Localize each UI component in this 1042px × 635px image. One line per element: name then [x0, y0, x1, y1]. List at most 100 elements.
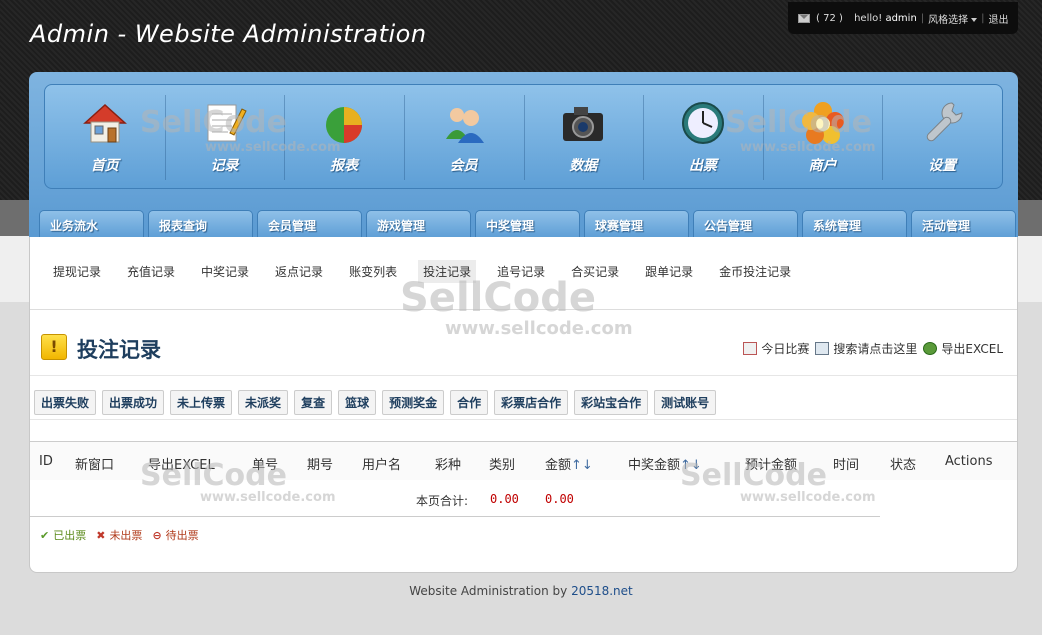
filter-ticket-success[interactable]: 出票成功	[102, 390, 165, 415]
mail-icon[interactable]	[798, 13, 810, 23]
nav-members[interactable]: 会员	[403, 85, 524, 188]
filter-basketball[interactable]: 篮球	[338, 390, 377, 415]
filter-predicted-prize[interactable]: 预测奖金	[382, 390, 445, 415]
col-username: 用户名	[362, 458, 402, 473]
table-header: ID 新窗口 导出EXCEL 单号 期号 用户名 彩种 类别 金额↑↓ 中奖金额…	[30, 441, 1017, 480]
subnav-rebate-records[interactable]: 返点记录	[270, 260, 328, 283]
nav-home[interactable]: 首页	[45, 85, 165, 188]
icon-nav: 首页 记录 报表 会员 数据 出票 商户 设置	[44, 84, 1003, 189]
legend-pending: ⊖ 待出票	[152, 528, 199, 543]
subnav-withdraw-records[interactable]: 提现记录	[48, 260, 106, 283]
nav-tickets[interactable]: 出票	[643, 85, 763, 188]
col-expected-amount: 预计金额	[745, 458, 798, 473]
main-tabs: 业务流水 报表查询 会员管理 游戏管理 中奖管理 球赛管理 公告管理 系统管理 …	[39, 210, 1016, 237]
flower-icon	[801, 101, 844, 144]
subnav-prize-records[interactable]: 中奖记录	[196, 260, 254, 283]
today-matches-link[interactable]: 今日比赛	[743, 340, 809, 357]
export-excel-link[interactable]: 导出EXCEL	[923, 340, 1003, 357]
nav-records[interactable]: 记录	[164, 85, 285, 188]
tab-business-flow[interactable]: 业务流水	[39, 210, 144, 237]
nav-settings[interactable]: 设置	[882, 85, 1002, 188]
nav-data[interactable]: 数据	[523, 85, 644, 188]
footer: Website Administration by 20518.net	[409, 584, 633, 598]
tab-notice-management[interactable]: 公告管理	[693, 210, 798, 237]
sort-arrows-icon: ↑↓	[680, 458, 702, 473]
filter-lottery-shop-coop[interactable]: 彩票店合作	[494, 390, 569, 415]
style-select[interactable]: 风格选择	[928, 11, 978, 26]
tab-report-query[interactable]: 报表查询	[148, 210, 253, 237]
col-status: 状态	[890, 458, 917, 473]
subnav-group-buy-records[interactable]: 合买记录	[566, 260, 624, 283]
pie-chart-icon	[326, 106, 363, 143]
subnav-follow-records[interactable]: 跟单记录	[640, 260, 698, 283]
col-new-window[interactable]: 新窗口	[75, 454, 114, 473]
tab-system-management[interactable]: 系统管理	[802, 210, 907, 237]
caret-down-icon	[971, 17, 978, 22]
filter-ticket-failed[interactable]: 出票失败	[34, 390, 97, 415]
table-summary-row: 本页合计: 0.00 0.00	[30, 480, 880, 517]
filter-not-uploaded[interactable]: 未上传票	[170, 390, 233, 415]
filter-not-paid[interactable]: 未派奖	[238, 390, 289, 415]
nav-merchants[interactable]: 商户	[762, 85, 883, 188]
tab-prize-management[interactable]: 中奖管理	[475, 210, 580, 237]
col-actions: Actions	[945, 454, 993, 469]
wrench-icon	[926, 101, 963, 141]
sort-arrows-icon: ↑↓	[571, 458, 593, 473]
excel-export-icon	[923, 342, 938, 355]
logout-link[interactable]: 退出	[989, 11, 1009, 26]
tab-match-management[interactable]: 球赛管理	[584, 210, 689, 237]
calendar-icon	[743, 342, 758, 355]
filter-cooperation[interactable]: 合作	[450, 390, 489, 415]
summary-amount: 0.00	[490, 492, 519, 506]
cross-icon: ✖	[96, 528, 106, 542]
col-amount-sort[interactable]: 金额↑↓	[545, 454, 593, 473]
filter-recheck[interactable]: 复查	[294, 390, 333, 415]
subnav-chase-records[interactable]: 追号记录	[492, 260, 550, 283]
sub-nav: 提现记录 充值记录 中奖记录 返点记录 账变列表 投注记录 追号记录 合买记录 …	[48, 260, 796, 283]
status-legend: ✔ 已出票 ✖ 未出票 ⊖ 待出票	[40, 527, 199, 543]
search-panel-icon	[815, 342, 830, 355]
page-title: 投注记录	[77, 338, 161, 362]
greeting: hello!	[854, 12, 883, 24]
nav-reports[interactable]: 报表	[284, 85, 404, 188]
col-lottery-type: 彩种	[435, 458, 462, 473]
filter-test-accounts[interactable]: 测试账号	[654, 390, 717, 415]
col-category: 类别	[489, 458, 516, 473]
filter-buttons: 出票失败 出票成功 未上传票 未派奖 复查 篮球 预测奖金 合作 彩票店合作 彩…	[34, 390, 717, 415]
col-export-excel[interactable]: 导出EXCEL	[148, 454, 215, 473]
subnav-bet-records[interactable]: 投注记录	[418, 260, 477, 283]
camera-icon	[563, 106, 604, 141]
col-prize-amount-sort[interactable]: 中奖金额↑↓	[628, 454, 702, 473]
notepad-icon	[207, 104, 248, 141]
tab-game-management[interactable]: 游戏管理	[366, 210, 471, 237]
divider	[30, 375, 1017, 376]
site-title: Admin - Website Administration	[30, 20, 427, 48]
subnav-account-changes[interactable]: 账变列表	[344, 260, 402, 283]
col-time: 时间	[833, 458, 860, 473]
message-count[interactable]: ( 72 )	[816, 13, 843, 24]
username: admin	[885, 12, 917, 24]
main-nav-panel: 首页 记录 报表 会员 数据 出票 商户 设置 业务流水 报表查询 会员管理 游…	[29, 72, 1018, 237]
subnav-coin-bet-records[interactable]: 金币投注记录	[714, 260, 796, 283]
users-icon	[445, 107, 484, 143]
subnav-deposit-records[interactable]: 充值记录	[122, 260, 180, 283]
legend-not-issued: ✖ 未出票	[96, 528, 143, 543]
minus-icon: ⊖	[152, 528, 162, 542]
tab-activity-management[interactable]: 活动管理	[911, 210, 1016, 237]
filter-caizhanbao-coop[interactable]: 彩站宝合作	[574, 390, 649, 415]
tab-member-management[interactable]: 会员管理	[257, 210, 362, 237]
legend-issued: ✔ 已出票	[40, 528, 87, 543]
col-id[interactable]: ID	[39, 454, 53, 469]
exclamation-icon: !	[41, 334, 67, 360]
summary-prize: 0.00	[545, 492, 574, 506]
search-link[interactable]: 搜索请点击这里	[815, 340, 917, 357]
col-order-no: 单号	[252, 458, 279, 473]
divider	[30, 419, 1017, 420]
footer-link[interactable]: 20518.net	[571, 584, 633, 598]
content-area: 提现记录 充值记录 中奖记录 返点记录 账变列表 投注记录 追号记录 合买记录 …	[29, 237, 1018, 573]
divider	[30, 309, 1017, 310]
home-icon	[82, 103, 127, 142]
summary-label: 本页合计:	[416, 494, 469, 508]
clock-icon	[681, 101, 724, 144]
check-icon: ✔	[40, 528, 50, 542]
